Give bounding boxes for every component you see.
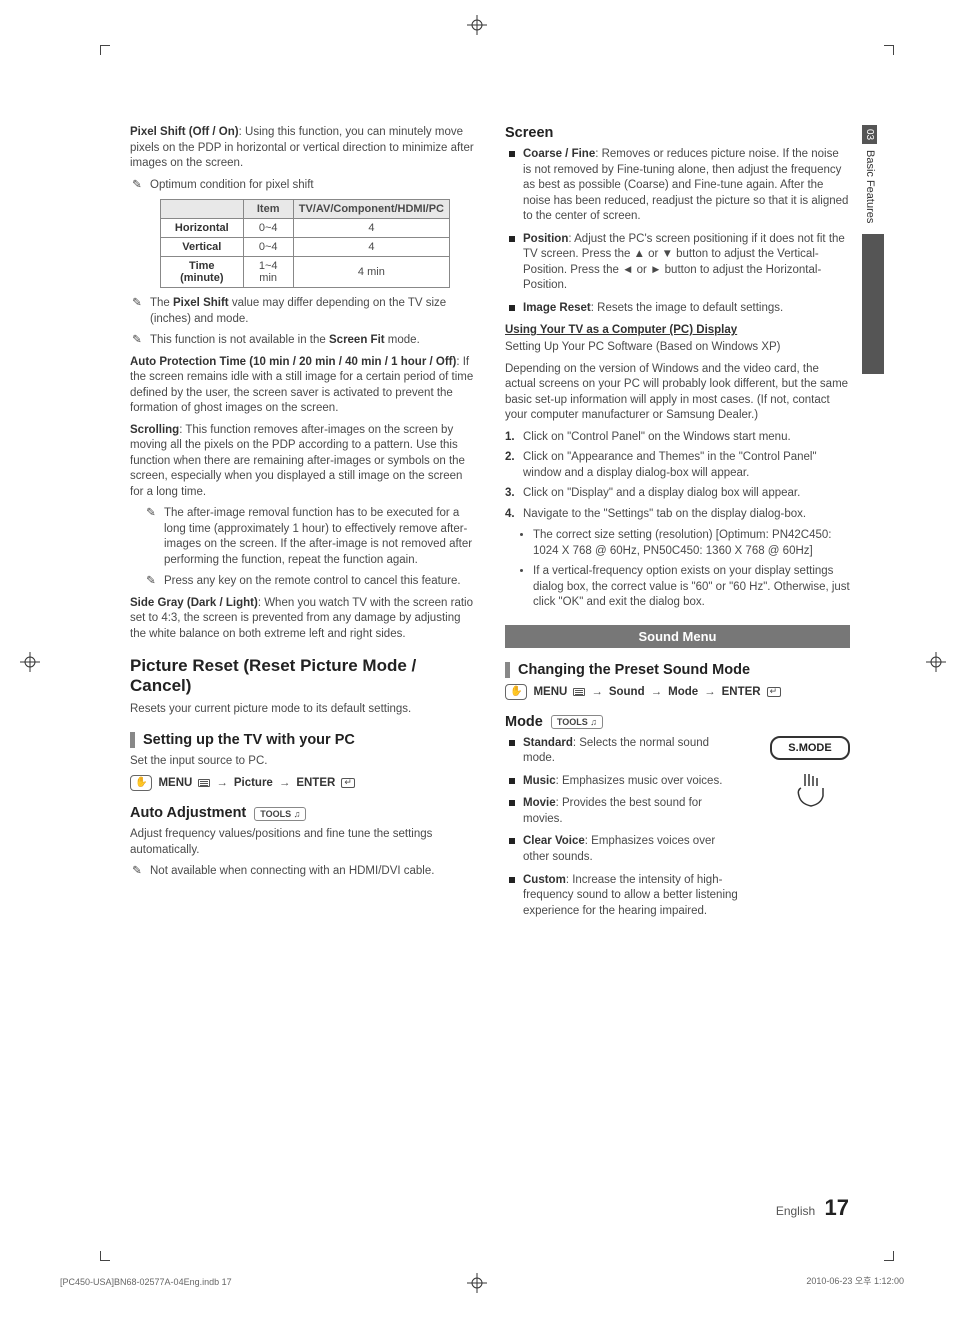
pc-setup-heading: Setting up the TV with your PC bbox=[130, 732, 475, 748]
registration-icon bbox=[467, 1273, 487, 1293]
note-scrolling-long: ✎The after-image removal function has to… bbox=[130, 506, 475, 568]
list-item: Image Reset: Resets the image to default… bbox=[505, 301, 850, 317]
note-screen-fit: ✎This function is not available in the S… bbox=[130, 333, 475, 349]
note-pixel-shift-differ: ✎The Pixel Shift value may differ depend… bbox=[130, 296, 475, 327]
picture-reset-body: Resets your current picture mode to its … bbox=[130, 702, 475, 718]
page-number: 17 bbox=[825, 1195, 849, 1220]
heading-bar-icon bbox=[505, 662, 510, 678]
pc-display-bullets: The correct size setting (resolution) [O… bbox=[505, 528, 850, 611]
note-icon: ✎ bbox=[130, 296, 144, 327]
picture-reset-heading: Picture Reset (Reset Picture Mode / Canc… bbox=[130, 656, 475, 696]
screen-heading: Screen bbox=[505, 125, 850, 141]
preset-sound-nav: ✋ MENU → Sound → Mode → ENTER bbox=[505, 684, 850, 700]
note-icon: ✎ bbox=[144, 506, 158, 568]
list-item: 4.Navigate to the "Settings" tab on the … bbox=[505, 507, 850, 523]
crop-mark-tl bbox=[100, 45, 110, 55]
list-item: Position: Adjust the PC's screen positio… bbox=[505, 232, 850, 294]
mode-heading: Mode TOOLS ♫ bbox=[505, 714, 850, 730]
chapter-label: Basic Features bbox=[862, 144, 878, 229]
print-slug-right: 2010-06-23 오후 1:12:00 bbox=[806, 1274, 904, 1287]
screen-list: Coarse / Fine: Removes or reduces pictur… bbox=[505, 147, 850, 316]
list-item: Clear Voice: Emphasizes voices over othe… bbox=[505, 834, 742, 865]
side-tab-filler bbox=[862, 234, 884, 374]
list-item: Movie: Provides the best sound for movie… bbox=[505, 796, 742, 827]
note-icon: ✎ bbox=[130, 178, 144, 194]
list-item: 3.Click on "Display" and a display dialo… bbox=[505, 486, 850, 502]
right-column: Screen Coarse / Fine: Removes or reduces… bbox=[505, 125, 850, 932]
auto-adjustment-body: Adjust frequency values/positions and fi… bbox=[130, 827, 475, 858]
list-item: 2.Click on "Appearance and Themes" in th… bbox=[505, 450, 850, 481]
enter-icon bbox=[767, 687, 781, 697]
pixel-shift-para: Pixel Shift (Off / On): Using this funct… bbox=[130, 125, 475, 172]
smode-button: S.MODE bbox=[770, 736, 850, 760]
registration-icon bbox=[20, 652, 40, 672]
note-scrolling-cancel: ✎Press any key on the remote control to … bbox=[130, 574, 475, 590]
auto-adjustment-heading: Auto Adjustment TOOLS ♫ bbox=[130, 805, 475, 821]
note-icon: ✎ bbox=[130, 864, 144, 880]
table-row: Time (minute)1~4 min4 min bbox=[161, 257, 450, 288]
note-hdmi-dvi: ✎Not available when connecting with an H… bbox=[130, 864, 475, 880]
table-row: Vertical0~44 bbox=[161, 238, 450, 257]
list-item: The correct size setting (resolution) [O… bbox=[533, 528, 850, 559]
registration-icon bbox=[467, 15, 487, 35]
crop-mark-tr bbox=[884, 45, 894, 55]
chapter-number: 03 bbox=[862, 125, 877, 144]
mode-list: Standard: Selects the normal sound mode.… bbox=[505, 736, 742, 926]
th-item: Item bbox=[243, 200, 293, 219]
menu-icon bbox=[198, 779, 210, 787]
pc-display-p1: Setting Up Your PC Software (Based on Wi… bbox=[505, 340, 850, 356]
list-item: Custom: Increase the intensity of high-f… bbox=[505, 873, 742, 920]
crop-mark-bl bbox=[100, 1251, 110, 1261]
list-item: 1.Click on "Control Panel" on the Window… bbox=[505, 430, 850, 446]
print-slug-left: [PC450-USA]BN68-02577A-04Eng.indb 17 bbox=[60, 1277, 232, 1287]
note-icon: ✎ bbox=[130, 333, 144, 349]
page-content: Pixel Shift (Off / On): Using this funct… bbox=[130, 125, 850, 932]
th-blank bbox=[161, 200, 244, 219]
pc-setup-nav: ✋ MENU → Picture → ENTER bbox=[130, 775, 475, 791]
list-item: If a vertical-frequency option exists on… bbox=[533, 564, 850, 611]
tools-badge: TOOLS ♫ bbox=[551, 715, 603, 729]
side-gray-para: Side Gray (Dark / Light): When you watch… bbox=[130, 596, 475, 643]
note-optimum: ✎Optimum condition for pixel shift bbox=[130, 178, 475, 194]
pc-display-steps: 1.Click on "Control Panel" on the Window… bbox=[505, 430, 850, 523]
hand-icon: ✋ bbox=[505, 684, 527, 700]
pc-setup-body: Set the input source to PC. bbox=[130, 754, 475, 770]
smode-remote-graphic: S.MODE bbox=[770, 736, 850, 826]
tools-badge: TOOLS ♫ bbox=[254, 807, 306, 821]
table-row: Horizontal0~44 bbox=[161, 219, 450, 238]
list-item: Standard: Selects the normal sound mode. bbox=[505, 736, 742, 767]
registration-icon bbox=[926, 652, 946, 672]
left-column: Pixel Shift (Off / On): Using this funct… bbox=[130, 125, 475, 932]
pc-display-heading: Using Your TV as a Computer (PC) Display bbox=[505, 324, 850, 336]
enter-icon bbox=[341, 778, 355, 788]
preset-sound-heading: Changing the Preset Sound Mode bbox=[505, 662, 850, 678]
page-footer: English 17 bbox=[776, 1195, 849, 1221]
scrolling-para: Scrolling: This function removes after-i… bbox=[130, 423, 475, 501]
hand-press-icon bbox=[770, 764, 850, 819]
pixel-shift-table: ItemTV/AV/Component/HDMI/PC Horizontal0~… bbox=[160, 199, 450, 288]
auto-protection-para: Auto Protection Time (10 min / 20 min / … bbox=[130, 355, 475, 417]
list-item: Coarse / Fine: Removes or reduces pictur… bbox=[505, 147, 850, 225]
side-tab: 03 Basic Features bbox=[862, 125, 884, 374]
hand-icon: ✋ bbox=[130, 775, 152, 791]
footer-lang: English bbox=[776, 1204, 815, 1218]
crop-mark-br bbox=[884, 1251, 894, 1261]
note-icon: ✎ bbox=[144, 574, 158, 590]
th-source: TV/AV/Component/HDMI/PC bbox=[293, 200, 449, 219]
heading-bar-icon bbox=[130, 732, 135, 748]
sound-menu-bar: Sound Menu bbox=[505, 625, 850, 648]
menu-icon bbox=[573, 688, 585, 696]
list-item: Music: Emphasizes music over voices. bbox=[505, 774, 742, 790]
pc-display-p2: Depending on the version of Windows and … bbox=[505, 362, 850, 424]
